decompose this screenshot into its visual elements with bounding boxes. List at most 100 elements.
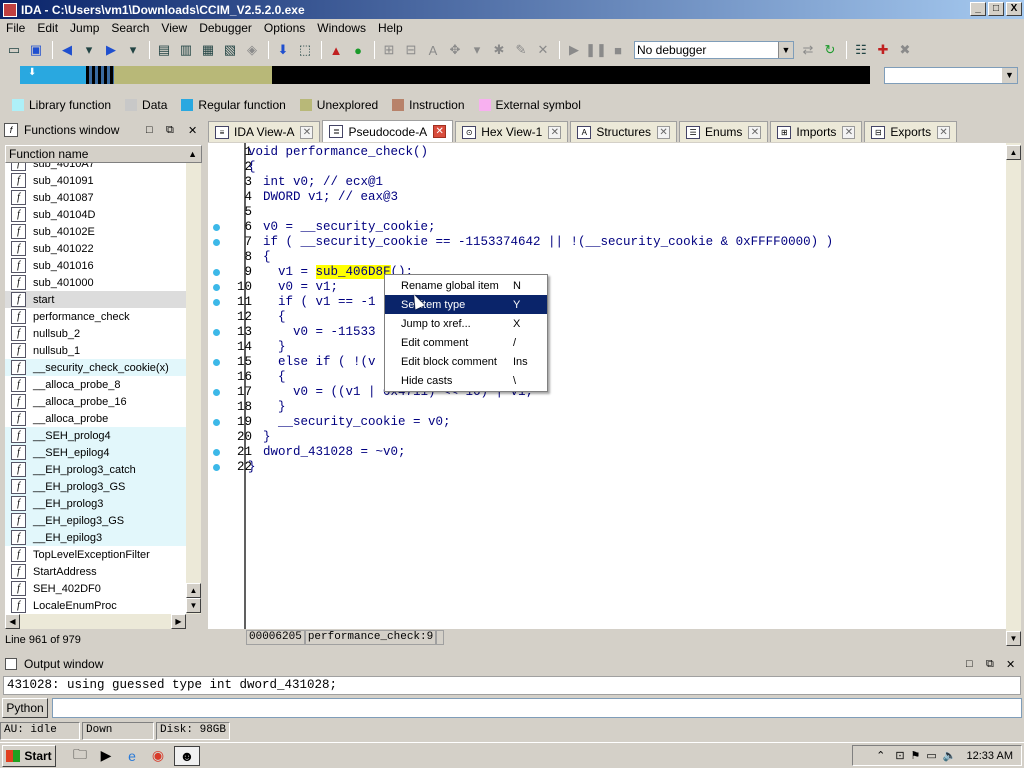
code-text[interactable]: if ( __security_cookie == -1153374642 ||… <box>248 235 833 250</box>
scroll-up-icon[interactable]: ▲ <box>1006 145 1021 160</box>
find-immediate-icon[interactable]: ▧ <box>220 40 240 60</box>
functions-horizontal-scrollbar[interactable]: ◀ ▶ <box>5 614 186 629</box>
tab-ida-view-a[interactable]: ≡ IDA View-A ✕ <box>208 121 321 142</box>
code-line[interactable]: 22} <box>208 460 1006 475</box>
code-text[interactable]: { <box>248 370 286 385</box>
code-line[interactable]: 5 <box>208 205 1006 220</box>
stop-icon[interactable]: ■ <box>608 40 628 60</box>
navigation-band[interactable]: ⬇ <box>20 66 870 84</box>
code-text[interactable]: DWORD v1; // eax@3 <box>248 190 398 205</box>
function-list-row[interactable]: f __EH_prolog3_GS <box>5 478 186 495</box>
menu-jump[interactable]: Jump <box>64 21 105 35</box>
code-line[interactable]: 12 { <box>208 310 1006 325</box>
open-icon[interactable]: ▭ <box>4 40 24 60</box>
function-list-row[interactable]: f __EH_epilog3 <box>5 529 186 546</box>
selected-identifier[interactable]: sub_406D8F <box>315 265 391 279</box>
restore-icon[interactable]: □ <box>146 124 153 136</box>
scroll-left-icon[interactable]: ◀ <box>5 614 20 629</box>
binary-view-icon[interactable]: ▤ <box>154 40 174 60</box>
debugger-select[interactable]: No debugger ▼ <box>634 41 794 59</box>
menu-debugger[interactable]: Debugger <box>193 21 258 35</box>
close-icon[interactable]: ✕ <box>1006 658 1015 671</box>
python-command-input[interactable] <box>52 698 1022 718</box>
code-line[interactable]: 14 } <box>208 340 1006 355</box>
create-enum-icon[interactable]: ⊟ <box>401 40 421 60</box>
breakpoint-marker-icon[interactable] <box>213 359 220 366</box>
code-line[interactable]: 15 else if ( !(v <box>208 355 1006 370</box>
functions-list[interactable]: f sub_4010A7 f sub_401091 f sub_401087 f sub_40… <box>5 163 186 614</box>
clock[interactable]: 12:33 AM <box>967 750 1013 762</box>
remove-breakpoint-icon[interactable]: ✖ <box>895 40 915 60</box>
output-log[interactable]: 431028: using guessed type int dword_431… <box>3 676 1021 695</box>
run-circle-icon[interactable]: ● <box>348 40 368 60</box>
close-tab-icon[interactable]: ✕ <box>300 125 314 139</box>
find-binary-icon[interactable]: ▦ <box>198 40 218 60</box>
code-text[interactable]: int v0; // ecx@1 <box>248 175 383 190</box>
back-dropdown-icon[interactable]: ▾ <box>79 40 99 60</box>
settings-icon[interactable]: ✱ <box>489 40 509 60</box>
function-list-row[interactable]: f sub_401022 <box>5 240 186 257</box>
code-text[interactable]: { <box>248 160 256 175</box>
scroll-down-icon[interactable]: ▼ <box>186 598 201 613</box>
media-player-icon[interactable]: ▶ <box>96 746 116 766</box>
context-menu-item-hide-casts[interactable]: Hide casts \ <box>385 371 547 390</box>
display-icon[interactable]: ▭ <box>926 749 936 762</box>
save-icon[interactable]: ▣ <box>26 40 46 60</box>
code-text[interactable]: } <box>248 430 271 445</box>
delete-icon[interactable]: ✕ <box>533 40 553 60</box>
code-text[interactable]: v0 = -11533 <box>248 325 376 340</box>
close-button[interactable]: X <box>1006 2 1022 16</box>
code-line[interactable]: 6 v0 = __security_cookie; <box>208 220 1006 235</box>
context-menu-item-rename-global-item[interactable]: Rename global item N <box>385 276 547 295</box>
function-list-row[interactable]: f __EH_prolog3 <box>5 495 186 512</box>
function-list-row[interactable]: f sub_401087 <box>5 189 186 206</box>
menu-options[interactable]: Options <box>258 21 311 35</box>
code-text[interactable]: dword_431028 = ~v0; <box>248 445 406 460</box>
edit-icon[interactable]: ✎ <box>511 40 531 60</box>
play-icon[interactable]: ▶ <box>564 40 584 60</box>
code-line[interactable]: 8 { <box>208 250 1006 265</box>
start-button[interactable]: Start <box>2 744 56 767</box>
function-list-row[interactable]: f __SEH_epilog4 <box>5 444 186 461</box>
explorer-icon[interactable]: 🗀 <box>70 746 90 766</box>
code-line[interactable]: 1 void performance_check() <box>208 145 1006 160</box>
function-list-row[interactable]: f nullsub_2 <box>5 325 186 342</box>
warning-icon[interactable]: ▲ <box>326 40 346 60</box>
debug-options-icon[interactable]: ⇄ <box>798 40 818 60</box>
close-tab-icon[interactable]: ✕ <box>842 125 856 139</box>
breakpoint-marker-icon[interactable] <box>213 329 220 336</box>
function-list-row[interactable]: f performance_check <box>5 308 186 325</box>
network-icon[interactable]: ⊡ <box>895 749 904 762</box>
code-text[interactable]: { <box>248 310 286 325</box>
pause-icon[interactable]: ❚❚ <box>585 40 607 60</box>
ida-task-icon[interactable]: ☻ <box>174 745 200 766</box>
functions-vertical-scrollbar[interactable]: ▲ ▼ <box>186 163 201 614</box>
code-line[interactable]: 13 v0 = -11533 <box>208 325 1006 340</box>
code-line[interactable]: 9 v1 = sub_406D8F(); <box>208 265 1006 280</box>
code-line[interactable]: 10 v0 = v1; <box>208 280 1006 295</box>
volume-icon[interactable]: 🔈 <box>943 749 957 762</box>
code-line[interactable]: 20 } <box>208 430 1006 445</box>
context-menu-item-edit-block-comment[interactable]: Edit block comment Ins <box>385 352 547 371</box>
code-text[interactable]: } <box>248 340 286 355</box>
graph-icon[interactable]: ◈ <box>242 40 262 60</box>
navigation-combo[interactable]: ▼ <box>884 67 1018 84</box>
tab-enums[interactable]: ☰ Enums ✕ <box>679 121 769 142</box>
code-line[interactable]: 21 dword_431028 = ~v0; <box>208 445 1006 460</box>
text-search-icon[interactable]: ▥ <box>176 40 196 60</box>
code-text[interactable]: v0 = v1; <box>248 280 338 295</box>
code-line[interactable]: 17 v0 = ((v1 | 0x4711) << 16) | v1; <box>208 385 1006 400</box>
add-breakpoint-icon[interactable]: ✚ <box>873 40 893 60</box>
pseudocode-lines[interactable]: 1 void performance_check() 2{3 int v0; // … <box>208 145 1006 475</box>
code-text[interactable]: void performance_check() <box>248 145 428 160</box>
scroll-up-icon[interactable]: ▲ <box>186 583 201 598</box>
function-list-row[interactable]: f TopLevelExceptionFilter <box>5 546 186 563</box>
patch-icon[interactable]: ✥ <box>445 40 465 60</box>
function-list-row[interactable]: f __EH_epilog3_GS <box>5 512 186 529</box>
function-list-row[interactable]: f __alloca_probe <box>5 410 186 427</box>
code-text[interactable]: } <box>248 400 286 415</box>
xrefs-icon[interactable]: ⬚ <box>295 40 315 60</box>
breakpoint-marker-icon[interactable] <box>213 389 220 396</box>
function-list-row[interactable]: f sub_401091 <box>5 172 186 189</box>
breakpoints-icon[interactable]: ☷ <box>851 40 871 60</box>
